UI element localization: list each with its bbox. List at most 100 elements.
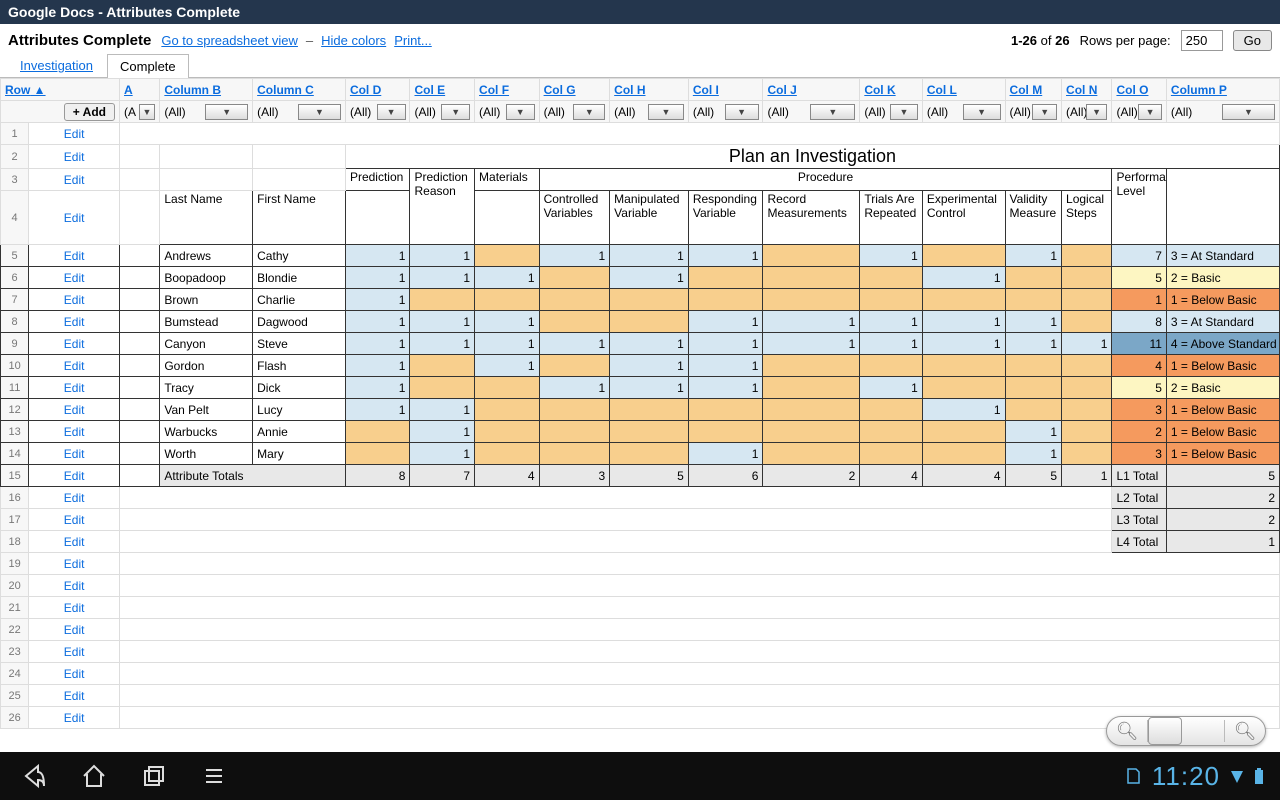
cell-k[interactable]: 1: [860, 333, 923, 355]
cell-perf[interactable]: 1 = Below Basic: [1166, 421, 1279, 443]
cell-j[interactable]: [763, 245, 860, 267]
edit-link[interactable]: Edit: [29, 145, 120, 169]
cell-j[interactable]: [763, 399, 860, 421]
cell-firstname[interactable]: Lucy: [253, 399, 346, 421]
cell-lastname[interactable]: Van Pelt: [160, 399, 253, 421]
cell-k[interactable]: [860, 443, 923, 465]
hide-colors-link[interactable]: Hide colors: [321, 33, 386, 48]
cell-j[interactable]: [763, 421, 860, 443]
dropdown-icon[interactable]: ▼: [506, 104, 535, 120]
back-icon[interactable]: [4, 752, 64, 800]
col-i[interactable]: Col I: [693, 83, 719, 97]
cell-n[interactable]: [1062, 421, 1112, 443]
cell-lastname[interactable]: Canyon: [160, 333, 253, 355]
edit-link[interactable]: Edit: [29, 123, 120, 145]
cell-l[interactable]: [922, 289, 1005, 311]
cell-f[interactable]: [475, 377, 540, 399]
cell-d[interactable]: 1: [345, 355, 410, 377]
cell-j[interactable]: 1: [763, 333, 860, 355]
cell-f[interactable]: 1: [475, 311, 540, 333]
cell-lastname[interactable]: Brown: [160, 289, 253, 311]
cell-e[interactable]: [410, 289, 475, 311]
edit-link[interactable]: Edit: [29, 619, 120, 641]
edit-link[interactable]: Edit: [29, 531, 120, 553]
cell-j[interactable]: [763, 267, 860, 289]
tab-complete[interactable]: Complete: [107, 54, 189, 78]
cell-g[interactable]: 1: [539, 333, 610, 355]
cell-k[interactable]: [860, 355, 923, 377]
cell-m[interactable]: 1: [1005, 421, 1061, 443]
cell-l[interactable]: 1: [922, 399, 1005, 421]
edit-link[interactable]: Edit: [29, 267, 120, 289]
cell-n[interactable]: [1062, 289, 1112, 311]
edit-link[interactable]: Edit: [29, 191, 120, 245]
cell-g[interactable]: [539, 421, 610, 443]
cell-d[interactable]: [345, 443, 410, 465]
cell-n[interactable]: [1062, 443, 1112, 465]
cell-d[interactable]: 1: [345, 289, 410, 311]
cell-l[interactable]: 1: [922, 311, 1005, 333]
cell-m[interactable]: [1005, 377, 1061, 399]
dropdown-icon[interactable]: ▼: [377, 104, 406, 120]
cell-d[interactable]: 1: [345, 245, 410, 267]
edit-link[interactable]: Edit: [29, 685, 120, 707]
edit-link[interactable]: Edit: [29, 487, 120, 509]
cell-perf[interactable]: 1 = Below Basic: [1166, 355, 1279, 377]
cell-total[interactable]: 1: [1112, 289, 1166, 311]
cell-m[interactable]: 1: [1005, 311, 1061, 333]
cell-d[interactable]: 1: [345, 399, 410, 421]
cell-e[interactable]: 1: [410, 421, 475, 443]
col-g[interactable]: Col G: [544, 83, 576, 97]
cell-i[interactable]: 1: [688, 355, 763, 377]
cell-h[interactable]: 1: [610, 377, 689, 399]
edit-link[interactable]: Edit: [29, 421, 120, 443]
cell-firstname[interactable]: Cathy: [253, 245, 346, 267]
go-button[interactable]: Go: [1233, 30, 1272, 51]
cell-total[interactable]: 8: [1112, 311, 1166, 333]
col-k[interactable]: Col K: [864, 83, 895, 97]
cell-g[interactable]: [539, 267, 610, 289]
cell-total[interactable]: 3: [1112, 443, 1166, 465]
cell-i[interactable]: 1: [688, 311, 763, 333]
edit-link[interactable]: Edit: [29, 663, 120, 685]
col-b[interactable]: Column B: [164, 83, 221, 97]
cell-lastname[interactable]: Boopadoop: [160, 267, 253, 289]
cell-f[interactable]: [475, 421, 540, 443]
cell-firstname[interactable]: Dick: [253, 377, 346, 399]
dropdown-icon[interactable]: ▼: [298, 104, 341, 120]
col-c[interactable]: Column C: [257, 83, 314, 97]
cell-total[interactable]: 11: [1112, 333, 1166, 355]
cell-g[interactable]: [539, 443, 610, 465]
dropdown-icon[interactable]: ▼: [810, 104, 855, 120]
cell-k[interactable]: 1: [860, 377, 923, 399]
col-d[interactable]: Col D: [350, 83, 381, 97]
cell-n[interactable]: 1: [1062, 333, 1112, 355]
edit-link[interactable]: Edit: [29, 443, 120, 465]
cell-e[interactable]: 1: [410, 333, 475, 355]
cell-m[interactable]: [1005, 355, 1061, 377]
cell-perf[interactable]: 1 = Below Basic: [1166, 399, 1279, 421]
cell-perf[interactable]: 3 = At Standard: [1166, 245, 1279, 267]
col-h[interactable]: Col H: [614, 83, 645, 97]
cell-firstname[interactable]: Annie: [253, 421, 346, 443]
cell-l[interactable]: [922, 443, 1005, 465]
edit-link[interactable]: Edit: [29, 169, 120, 191]
cell-e[interactable]: [410, 355, 475, 377]
add-button[interactable]: + Add: [64, 103, 115, 121]
cell-d[interactable]: [345, 421, 410, 443]
cell-n[interactable]: [1062, 245, 1112, 267]
cell-h[interactable]: [610, 311, 689, 333]
cell-m[interactable]: 1: [1005, 443, 1061, 465]
edit-link[interactable]: Edit: [29, 575, 120, 597]
cell-firstname[interactable]: Steve: [253, 333, 346, 355]
cell-lastname[interactable]: Andrews: [160, 245, 253, 267]
edit-link[interactable]: Edit: [29, 355, 120, 377]
dropdown-icon[interactable]: ▼: [205, 104, 248, 120]
grid[interactable]: Row ▲ A Column B Column C Col D Col E Co…: [0, 78, 1280, 752]
edit-link[interactable]: Edit: [29, 509, 120, 531]
cell-e[interactable]: 1: [410, 245, 475, 267]
cell-k[interactable]: [860, 289, 923, 311]
tab-investigation[interactable]: Investigation: [8, 54, 105, 78]
zoom-thumb[interactable]: [1148, 717, 1182, 745]
cell-j[interactable]: [763, 289, 860, 311]
